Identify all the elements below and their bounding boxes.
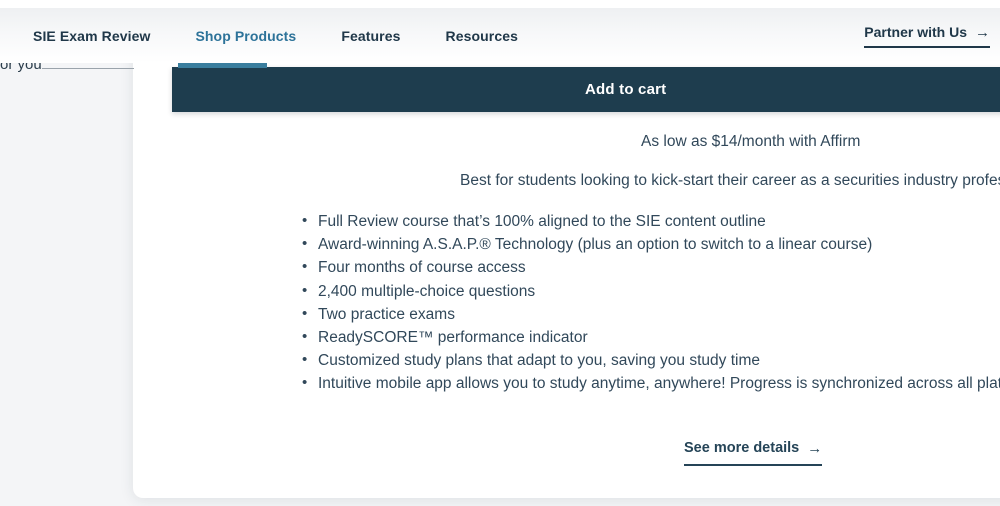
add-to-cart-button[interactable]: Add to cart bbox=[172, 67, 1000, 112]
nav-item-label: Features bbox=[341, 27, 401, 44]
list-item: Intuitive mobile app allows you to study… bbox=[302, 371, 1000, 395]
nav-item-sie-exam-review[interactable]: SIE Exam Review bbox=[33, 8, 150, 63]
list-item: Award-winning A.S.A.P.® Technology (plus… bbox=[302, 232, 1000, 256]
active-tab-indicator bbox=[178, 63, 267, 68]
partner-with-us-link[interactable]: Partner with Us → bbox=[864, 24, 990, 48]
product-feature-list: Full Review course that’s 100% aligned t… bbox=[302, 209, 1000, 396]
partner-with-us-label: Partner with Us bbox=[864, 24, 967, 40]
nav-item-label: Shop Products bbox=[195, 27, 297, 44]
affirm-financing-text: As low as $14/month with Affirm bbox=[641, 133, 861, 150]
arrow-right-icon: → bbox=[975, 23, 990, 41]
nav-item-features[interactable]: Features bbox=[341, 8, 400, 63]
nav-items-group: SIE Exam Review Shop Products Features R… bbox=[0, 8, 518, 63]
clipped-left-text: or you bbox=[0, 63, 133, 85]
partner-with-us-inner: Partner with Us → bbox=[864, 24, 990, 48]
nav-item-shop-products[interactable]: Shop Products bbox=[195, 8, 296, 63]
list-item: Four months of course access bbox=[302, 255, 1000, 279]
nav-item-label: Resources bbox=[445, 27, 518, 44]
list-item: ReadySCORE™ performance indicator bbox=[302, 325, 1000, 349]
horizontal-divider bbox=[42, 68, 134, 69]
list-item: 2,400 multiple-choice questions bbox=[302, 279, 1000, 303]
clipped-left-text-value: or you bbox=[0, 63, 42, 73]
see-more-details-label: See more details bbox=[684, 440, 800, 456]
product-tagline: Best for students looking to kick-start … bbox=[460, 172, 1000, 189]
header-top-strip bbox=[0, 0, 1000, 8]
list-item: Customized study plans that adapt to you… bbox=[302, 348, 1000, 372]
see-more-details-link[interactable]: See more details → bbox=[684, 439, 823, 466]
arrow-right-icon: → bbox=[807, 439, 823, 457]
main-navigation-bar: SIE Exam Review Shop Products Features R… bbox=[0, 8, 1000, 63]
add-to-cart-label: Add to cart bbox=[585, 81, 667, 98]
see-more-details-wrapper: See more details → bbox=[684, 439, 823, 466]
list-item: Full Review course that’s 100% aligned t… bbox=[302, 209, 1000, 233]
nav-item-label: SIE Exam Review bbox=[33, 27, 151, 44]
list-item: Two practice exams bbox=[302, 302, 1000, 326]
nav-item-resources[interactable]: Resources bbox=[445, 8, 518, 63]
